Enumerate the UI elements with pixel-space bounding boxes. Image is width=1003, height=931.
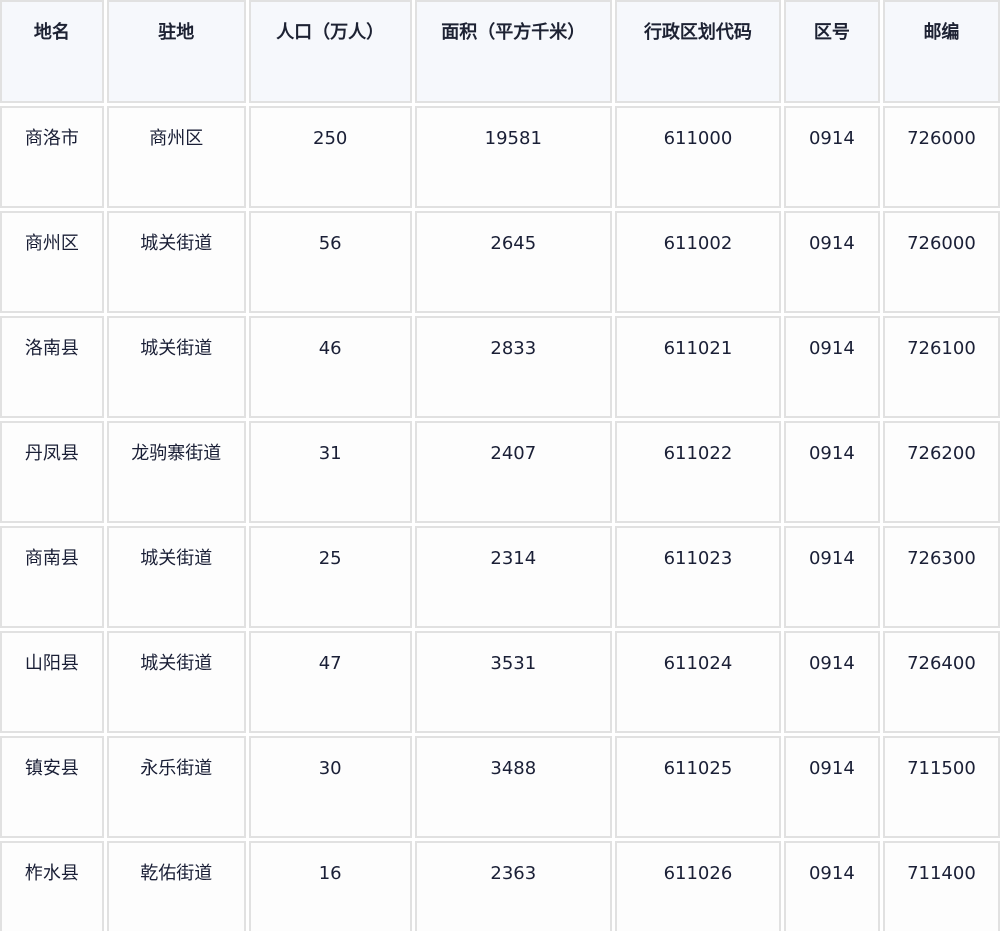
cell-division-code: 611023 <box>614 526 781 628</box>
cell-seat: 城关街道 <box>106 316 246 418</box>
cell-area: 2833 <box>414 316 612 418</box>
cell-area-code: 0914 <box>783 421 880 523</box>
table-row: 柞水县 乾佑街道 16 2363 611026 0914 711400 <box>0 841 1000 931</box>
cell-area-code: 0914 <box>783 316 880 418</box>
cell-postcode: 726000 <box>882 106 1000 208</box>
cell-name: 商南县 <box>0 526 104 628</box>
cell-division-code: 611022 <box>614 421 781 523</box>
header-cell-division-code: 行政区划代码 <box>614 0 781 103</box>
cell-name: 商洛市 <box>0 106 104 208</box>
cell-population: 56 <box>248 211 412 313</box>
cell-area-code: 0914 <box>783 631 880 733</box>
cell-division-code: 611021 <box>614 316 781 418</box>
header-cell-population: 人口（万人） <box>248 0 412 103</box>
header-cell-name: 地名 <box>0 0 104 103</box>
data-table: 地名 驻地 人口（万人） 面积（平方千米） 行政区划代码 区号 邮编 商洛市 商… <box>0 0 1003 931</box>
table-row: 商南县 城关街道 25 2314 611023 0914 726300 <box>0 526 1000 628</box>
cell-division-code: 611002 <box>614 211 781 313</box>
cell-name: 洛南县 <box>0 316 104 418</box>
table-container: 地名 驻地 人口（万人） 面积（平方千米） 行政区划代码 区号 邮编 商洛市 商… <box>0 0 1003 931</box>
cell-postcode: 726300 <box>882 526 1000 628</box>
cell-population: 250 <box>248 106 412 208</box>
cell-division-code: 611026 <box>614 841 781 931</box>
header-row: 地名 驻地 人口（万人） 面积（平方千米） 行政区划代码 区号 邮编 <box>0 0 1000 103</box>
cell-population: 31 <box>248 421 412 523</box>
cell-seat: 乾佑街道 <box>106 841 246 931</box>
cell-name: 商州区 <box>0 211 104 313</box>
cell-area: 19581 <box>414 106 612 208</box>
cell-area-code: 0914 <box>783 106 880 208</box>
cell-postcode: 711400 <box>882 841 1000 931</box>
cell-name: 镇安县 <box>0 736 104 838</box>
cell-postcode: 726400 <box>882 631 1000 733</box>
cell-division-code: 611025 <box>614 736 781 838</box>
header-cell-area-code: 区号 <box>783 0 880 103</box>
cell-seat: 商州区 <box>106 106 246 208</box>
table-row: 洛南县 城关街道 46 2833 611021 0914 726100 <box>0 316 1000 418</box>
cell-population: 25 <box>248 526 412 628</box>
cell-area: 2314 <box>414 526 612 628</box>
cell-area-code: 0914 <box>783 736 880 838</box>
cell-name: 山阳县 <box>0 631 104 733</box>
table-header: 地名 驻地 人口（万人） 面积（平方千米） 行政区划代码 区号 邮编 <box>0 0 1000 103</box>
cell-seat: 城关街道 <box>106 211 246 313</box>
cell-area: 3488 <box>414 736 612 838</box>
cell-name: 丹凤县 <box>0 421 104 523</box>
table-row: 商洛市 商州区 250 19581 611000 0914 726000 <box>0 106 1000 208</box>
cell-division-code: 611000 <box>614 106 781 208</box>
cell-name: 柞水县 <box>0 841 104 931</box>
cell-population: 30 <box>248 736 412 838</box>
table-row: 商州区 城关街道 56 2645 611002 0914 726000 <box>0 211 1000 313</box>
table-row: 丹凤县 龙驹寨街道 31 2407 611022 0914 726200 <box>0 421 1000 523</box>
cell-postcode: 726200 <box>882 421 1000 523</box>
cell-postcode: 726000 <box>882 211 1000 313</box>
header-cell-area: 面积（平方千米） <box>414 0 612 103</box>
header-cell-seat: 驻地 <box>106 0 246 103</box>
header-cell-postcode: 邮编 <box>882 0 1000 103</box>
cell-population: 47 <box>248 631 412 733</box>
cell-area: 3531 <box>414 631 612 733</box>
table-body: 商洛市 商州区 250 19581 611000 0914 726000 商州区… <box>0 106 1000 931</box>
cell-postcode: 726100 <box>882 316 1000 418</box>
cell-area-code: 0914 <box>783 211 880 313</box>
cell-postcode: 711500 <box>882 736 1000 838</box>
cell-area: 2645 <box>414 211 612 313</box>
cell-division-code: 611024 <box>614 631 781 733</box>
cell-seat: 城关街道 <box>106 526 246 628</box>
cell-area-code: 0914 <box>783 526 880 628</box>
cell-seat: 龙驹寨街道 <box>106 421 246 523</box>
table-row: 镇安县 永乐街道 30 3488 611025 0914 711500 <box>0 736 1000 838</box>
cell-population: 46 <box>248 316 412 418</box>
cell-area-code: 0914 <box>783 841 880 931</box>
cell-seat: 永乐街道 <box>106 736 246 838</box>
cell-population: 16 <box>248 841 412 931</box>
table-row: 山阳县 城关街道 47 3531 611024 0914 726400 <box>0 631 1000 733</box>
cell-area: 2363 <box>414 841 612 931</box>
cell-area: 2407 <box>414 421 612 523</box>
cell-seat: 城关街道 <box>106 631 246 733</box>
